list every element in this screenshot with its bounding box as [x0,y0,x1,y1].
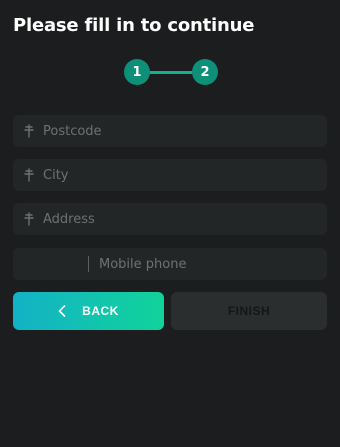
phone-divider [88,256,89,272]
phone-country-code-select[interactable] [13,248,99,280]
map-pin-icon [23,124,35,138]
step-2: 2 [192,59,218,85]
city-field-container [13,159,327,191]
address-field-container [13,203,327,235]
step-1: 1 [124,59,150,85]
page-title: Please fill in to continue [13,15,255,36]
city-input[interactable] [43,159,293,191]
step-connector [150,71,192,74]
map-pin-icon [23,168,35,182]
postcode-field-container [13,115,327,147]
chevron-left-icon [58,305,66,317]
finish-button[interactable]: FINISH [171,292,327,330]
finish-button-label: FINISH [227,304,271,318]
address-input[interactable] [43,203,293,235]
back-button[interactable]: BACK [13,292,164,330]
map-pin-icon [23,212,35,226]
postcode-input[interactable] [43,115,293,147]
mobile-phone-input[interactable] [99,248,299,280]
back-button-label: BACK [82,304,119,318]
phone-field-container [13,248,327,280]
step-indicator: 1 2 [124,59,218,85]
